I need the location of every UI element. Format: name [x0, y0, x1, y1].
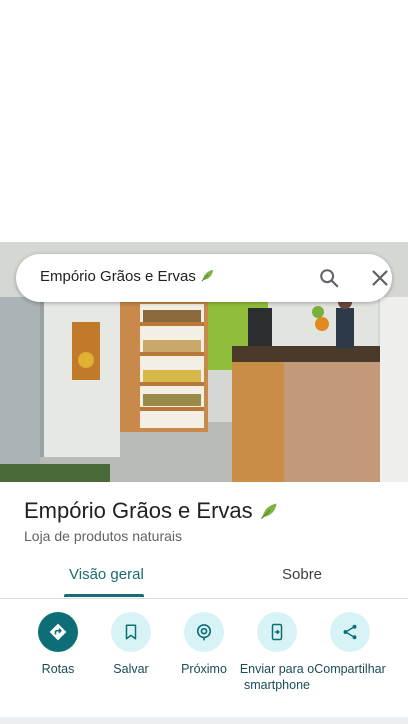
search-bar[interactable]: Empório Grãos e Ervas: [16, 254, 392, 302]
bookmark-icon: [125, 624, 137, 640]
nearby-button[interactable]: Próximo: [164, 612, 244, 677]
share-label: Compartilhar: [314, 662, 386, 676]
save-button-circle[interactable]: [111, 612, 151, 652]
nearby-button-circle[interactable]: [184, 612, 224, 652]
directions-icon: [49, 623, 67, 641]
directions-button-circle[interactable]: [38, 612, 78, 652]
send-to-phone-icon: [271, 623, 283, 641]
divider: [0, 598, 408, 599]
leaf-icon: [260, 503, 277, 519]
directions-label: Rotas: [41, 662, 75, 676]
place-title: Empório Grãos e Ervas: [24, 498, 279, 524]
send-to-phone-label: Enviar para o smartphone: [239, 662, 315, 692]
close-icon[interactable]: [369, 267, 391, 289]
directions-button[interactable]: Rotas: [18, 612, 98, 677]
map-blank-area: [0, 0, 408, 242]
send-to-phone-button[interactable]: Enviar para o smartphone: [237, 612, 317, 693]
search-icon[interactable]: [318, 267, 340, 289]
tab-overview[interactable]: Visão geral: [69, 566, 144, 583]
nearby-icon: [196, 624, 212, 641]
share-button-circle[interactable]: [330, 612, 370, 652]
nearby-label: Próximo: [181, 662, 227, 676]
save-button[interactable]: Salvar: [91, 612, 171, 677]
share-button[interactable]: Compartilhar: [310, 612, 390, 677]
tab-about[interactable]: Sobre: [282, 566, 322, 583]
save-label: Salvar: [113, 662, 149, 676]
bottom-edge: [0, 717, 408, 724]
leaf-icon: [201, 269, 214, 282]
place-category: Loja de produtos naturais: [24, 528, 182, 544]
share-icon: [343, 624, 357, 640]
send-to-phone-button-circle[interactable]: [257, 612, 297, 652]
tab-active-indicator: [64, 594, 144, 597]
search-query[interactable]: Empório Grãos e Ervas: [40, 268, 215, 285]
